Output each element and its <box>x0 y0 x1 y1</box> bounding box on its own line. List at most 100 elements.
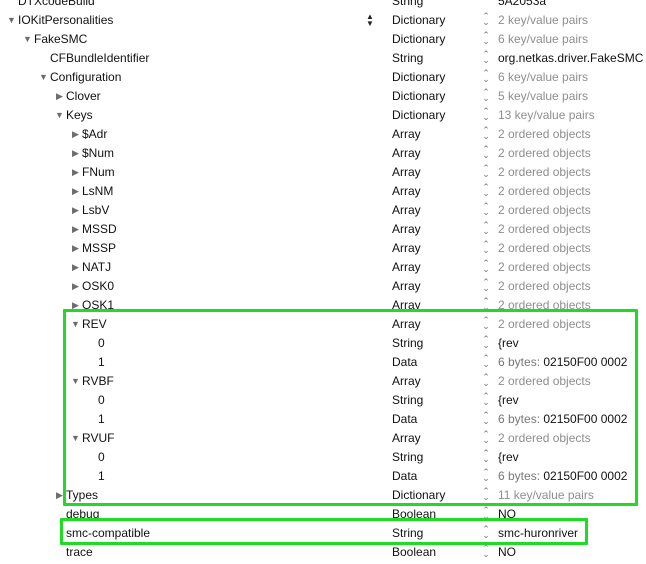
disclosure-collapsed-icon[interactable]: ▶ <box>70 296 81 315</box>
outline-row[interactable]: DTXcodeBuild String 5A2053a <box>0 0 646 11</box>
type-popup-stepper-icon[interactable]: ⌃ ⌄ <box>482 354 490 370</box>
disclosure-collapsed-icon[interactable]: ▶ <box>70 125 81 144</box>
type-popup-stepper-icon[interactable]: ⌃ ⌄ <box>482 145 490 161</box>
disclosure-expanded-icon[interactable]: ▼ <box>38 68 49 87</box>
type-popup-stepper-icon[interactable]: ⌃ ⌄ <box>482 164 490 180</box>
type-popup-stepper-icon[interactable]: ⌃ ⌄ <box>482 202 490 218</box>
row-value-cell[interactable]: 2 ordered objects <box>498 239 591 258</box>
row-value-cell[interactable]: 2 ordered objects <box>498 144 591 163</box>
row-value-cell[interactable]: org.netkas.driver.FakeSMC <box>498 49 643 68</box>
type-popup-stepper-icon[interactable]: ⌃ ⌄ <box>482 183 490 199</box>
row-type-cell[interactable]: Array <box>392 372 421 391</box>
row-value-cell[interactable]: NO <box>498 505 516 524</box>
outline-row[interactable]: ▶ FNum Array ⌃ ⌄ 2 ordered objects <box>0 163 646 182</box>
disclosure-expanded-icon[interactable]: ▼ <box>70 315 81 334</box>
outline-row[interactable]: ▶ $Num Array ⌃ ⌄ 2 ordered objects <box>0 144 646 163</box>
row-value-cell[interactable]: 6 bytes: 02150F00 0002 <box>498 467 627 486</box>
type-popup-stepper-icon[interactable]: ⌃ ⌄ <box>482 316 490 332</box>
row-type-cell[interactable]: Array <box>392 239 421 258</box>
outline-row[interactable]: CFBundleIdentifier String ⌃ ⌄ org.netkas.dri… <box>0 49 646 68</box>
type-popup-stepper-icon[interactable]: ⌃ ⌄ <box>482 240 490 256</box>
outline-row[interactable]: 1 Data ⌃ ⌄ 6 bytes: 02150F00 0002 <box>0 353 646 372</box>
row-type-cell[interactable]: Dictionary <box>392 486 445 505</box>
disclosure-expanded-icon[interactable]: ▼ <box>70 372 81 391</box>
outline-row[interactable]: ▼ REV Array ⌃ ⌄ 2 ordered objects <box>0 315 646 334</box>
type-popup-stepper-icon[interactable]: ⌃ ⌄ <box>482 50 490 66</box>
row-type-cell[interactable]: Dictionary <box>392 68 445 87</box>
outline-row[interactable]: ▶ NATJ Array ⌃ ⌄ 2 ordered objects <box>0 258 646 277</box>
disclosure-expanded-icon[interactable]: ▼ <box>70 429 81 448</box>
row-value-cell[interactable]: 2 ordered objects <box>498 182 591 201</box>
disclosure-collapsed-icon[interactable]: ▶ <box>54 486 65 505</box>
outline-row[interactable]: ▼ Configuration Dictionary ⌃ ⌄ 6 key/value pa… <box>0 68 646 87</box>
row-type-cell[interactable]: Data <box>392 353 417 372</box>
row-type-cell[interactable]: Data <box>392 467 417 486</box>
type-popup-stepper-icon[interactable]: ⌃ ⌄ <box>482 126 490 142</box>
disclosure-collapsed-icon[interactable]: ▶ <box>70 277 81 296</box>
row-type-cell[interactable]: Dictionary <box>392 11 445 30</box>
row-value-cell[interactable]: 6 bytes: 02150F00 0002 <box>498 410 627 429</box>
row-value-cell[interactable]: 2 ordered objects <box>498 163 591 182</box>
type-popup-stepper-icon[interactable]: ⌃ ⌄ <box>482 278 490 294</box>
outline-row[interactable]: 1 Data ⌃ ⌄ 6 bytes: 02150F00 0002 <box>0 410 646 429</box>
outline-row[interactable]: ▼ IOKitPersonalities ▲ ▼ Dictionary ⌃ ⌄ 2 key/v… <box>0 11 646 30</box>
outline-row[interactable]: 0 String ⌃ ⌄ {rev <box>0 391 646 410</box>
type-popup-stepper-icon[interactable]: ⌃ ⌄ <box>482 544 490 560</box>
row-type-cell[interactable]: Array <box>392 429 421 448</box>
row-value-cell[interactable]: {rev <box>498 448 519 467</box>
disclosure-collapsed-icon[interactable]: ▶ <box>70 239 81 258</box>
row-type-cell[interactable]: String <box>392 391 423 410</box>
type-popup-stepper-icon[interactable]: ⌃ ⌄ <box>482 487 490 503</box>
disclosure-collapsed-icon[interactable]: ▶ <box>70 163 81 182</box>
row-type-cell[interactable]: Boolean <box>392 505 436 524</box>
outline-row[interactable]: 0 String ⌃ ⌄ {rev <box>0 334 646 353</box>
type-popup-stepper-icon[interactable]: ⌃ ⌄ <box>482 411 490 427</box>
disclosure-expanded-icon[interactable]: ▼ <box>22 30 33 49</box>
row-value-cell[interactable]: 2 ordered objects <box>498 429 591 448</box>
disclosure-collapsed-icon[interactable]: ▶ <box>70 201 81 220</box>
row-type-cell[interactable]: Data <box>392 410 417 429</box>
outline-row[interactable]: ▶ LsNM Array ⌃ ⌄ 2 ordered objects <box>0 182 646 201</box>
row-type-cell[interactable]: Array <box>392 296 421 315</box>
outline-row[interactable]: 0 String ⌃ ⌄ {rev <box>0 448 646 467</box>
row-type-cell[interactable]: Boolean <box>392 543 436 562</box>
row-type-cell[interactable]: Array <box>392 315 421 334</box>
outline-row[interactable]: ▼ FakeSMC Dictionary ⌃ ⌄ 6 key/value pairs <box>0 30 646 49</box>
type-popup-stepper-icon[interactable]: ⌃ ⌄ <box>482 506 490 522</box>
row-value-cell[interactable]: {rev <box>498 334 519 353</box>
disclosure-collapsed-icon[interactable]: ▶ <box>54 87 65 106</box>
disclosure-expanded-icon[interactable]: ▼ <box>54 106 65 125</box>
type-popup-stepper-icon[interactable]: ⌃ ⌄ <box>482 430 490 446</box>
type-popup-stepper-icon[interactable]: ⌃ ⌄ <box>482 259 490 275</box>
row-type-cell[interactable]: Array <box>392 125 421 144</box>
type-popup-stepper-icon[interactable]: ⌃ ⌄ <box>482 221 490 237</box>
row-value-cell[interactable]: 11 key/value pairs <box>498 486 594 505</box>
outline-row[interactable]: ▼ Keys Dictionary ⌃ ⌄ 13 key/value pairs <box>0 106 646 125</box>
outline-row[interactable]: ▼ RVUF Array ⌃ ⌄ 2 ordered objects <box>0 429 646 448</box>
outline-row[interactable]: debug Boolean ⌃ ⌄ NO <box>0 505 646 524</box>
key-sort-stepper-icon[interactable]: ▲ ▼ <box>366 13 374 28</box>
type-popup-stepper-icon[interactable]: ⌃ ⌄ <box>482 468 490 484</box>
outline-row[interactable]: ▶ OSK0 Array ⌃ ⌄ 2 ordered objects <box>0 277 646 296</box>
disclosure-collapsed-icon[interactable]: ▶ <box>70 144 81 163</box>
row-value-cell[interactable]: 2 key/value pairs <box>498 11 588 30</box>
row-value-cell[interactable]: 2 ordered objects <box>498 125 591 144</box>
row-value-cell[interactable]: 2 ordered objects <box>498 258 591 277</box>
row-type-cell[interactable]: Array <box>392 258 421 277</box>
row-value-cell[interactable]: 6 bytes: 02150F00 0002 <box>498 353 627 372</box>
row-value-cell[interactable]: 5 key/value pairs <box>498 87 588 106</box>
row-type-cell[interactable]: String <box>392 524 423 543</box>
type-popup-stepper-icon[interactable]: ⌃ ⌄ <box>482 107 490 123</box>
type-popup-stepper-icon[interactable]: ⌃ ⌄ <box>482 31 490 47</box>
type-popup-stepper-icon[interactable]: ⌃ ⌄ <box>482 335 490 351</box>
type-popup-stepper-icon[interactable]: ⌃ ⌄ <box>482 88 490 104</box>
row-value-cell[interactable]: NO <box>498 543 516 562</box>
outline-row[interactable]: smc-compatible String ⌃ ⌄ smc-huronriver <box>0 524 646 543</box>
type-popup-stepper-icon[interactable]: ⌃ ⌄ <box>482 373 490 389</box>
row-type-cell[interactable]: Array <box>392 220 421 239</box>
disclosure-expanded-icon[interactable]: ▼ <box>6 11 17 30</box>
row-type-cell[interactable]: String <box>392 49 423 68</box>
row-type-cell[interactable]: Array <box>392 277 421 296</box>
outline-row[interactable]: ▶ OSK1 Array ⌃ ⌄ 2 ordered objects <box>0 296 646 315</box>
outline-row[interactable]: 1 Data ⌃ ⌄ 6 bytes: 02150F00 0002 <box>0 467 646 486</box>
